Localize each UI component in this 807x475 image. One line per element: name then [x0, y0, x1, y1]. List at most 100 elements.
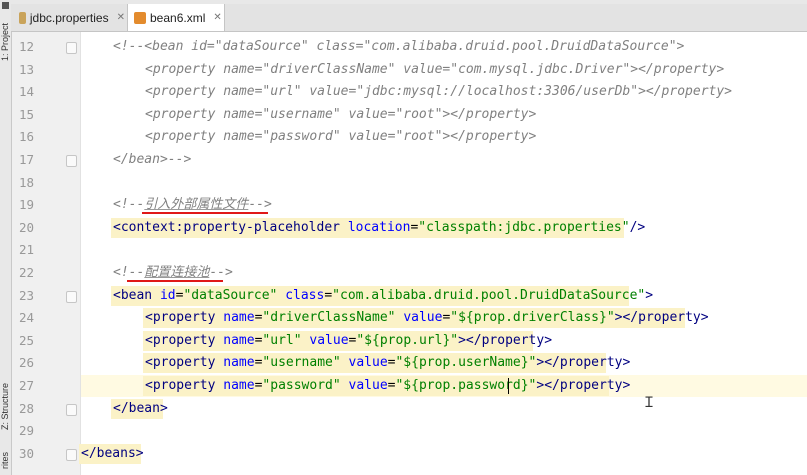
line-number: 19	[18, 197, 34, 213]
text-cursor	[508, 378, 509, 394]
line-number: 14	[18, 84, 34, 100]
code-token: >	[645, 287, 654, 303]
code-token: <property	[145, 378, 224, 393]
code-token: "driverClassName"	[262, 310, 404, 326]
code-token: </beans>	[81, 445, 144, 461]
code-token: "dataSource"	[183, 287, 286, 303]
tab-jdbc-properties[interactable]: jdbc.properties ✕	[13, 4, 125, 31]
code-token: <property name="url" value="jdbc:mysql:/…	[145, 84, 732, 100]
code-token: "${prop.userName}"	[395, 355, 537, 371]
editor-tab-bar: jdbc.properties ✕ bean6.xml ✕	[11, 4, 807, 32]
annotation-underline	[142, 212, 268, 214]
line-number: 18	[18, 174, 34, 190]
code-token: =	[324, 287, 333, 303]
code-token: -->	[209, 265, 233, 280]
project-tool-tab[interactable]: 1: Project	[0, 12, 11, 72]
code-token: location	[347, 219, 411, 235]
code-token: 引入外部属性文件	[144, 197, 249, 213]
code-token: <property name="password" value="root"><…	[145, 129, 537, 145]
line-number: 30	[18, 445, 34, 461]
code-token: value	[348, 355, 388, 371]
code-token: ></property>	[536, 355, 631, 371]
code-token: value	[348, 378, 388, 393]
code-token: <property name="driverClassName" value="…	[145, 61, 725, 77]
code-token: class	[285, 287, 325, 303]
properties-file-icon	[19, 11, 26, 24]
project-icon	[2, 2, 9, 9]
code-token: "username"	[262, 355, 349, 371]
fold-marker-icon[interactable]	[66, 290, 77, 303]
code-token: name	[223, 310, 255, 326]
line-number: 17	[18, 152, 34, 167]
code-line[interactable]: <property name="password" value="root"><…	[145, 126, 536, 148]
code-token: <!--<bean id="dataSource" class="com.ali…	[113, 39, 685, 54]
line-number: 24	[18, 310, 34, 326]
structure-tool-tab[interactable]: Z: Structure	[0, 372, 11, 440]
code-token: 配置连接池	[144, 265, 210, 280]
fold-marker-icon[interactable]	[66, 448, 77, 461]
code-line[interactable]: </bean>-->	[113, 149, 191, 171]
code-token: "classpath:jdbc.properties"	[418, 219, 630, 235]
code-token: name	[223, 332, 255, 348]
code-token: <context:property-placeholder	[113, 219, 348, 235]
fold-marker-icon[interactable]	[66, 403, 77, 416]
fold-marker-icon[interactable]	[66, 155, 77, 167]
code-token: </bean>-->	[113, 152, 192, 167]
code-token: value	[309, 332, 349, 348]
favorites-tool-tab[interactable]: rites	[0, 446, 11, 475]
close-icon[interactable]: ✕	[117, 12, 125, 23]
code-line[interactable]: </bean>	[113, 398, 168, 420]
line-number: 29	[18, 423, 34, 439]
line-number: 15	[18, 106, 34, 122]
code-line[interactable]: </beans>	[81, 443, 144, 465]
fold-marker-icon[interactable]	[66, 42, 77, 54]
tab-label: bean6.xml	[150, 10, 206, 25]
code-token: id	[159, 287, 176, 303]
code-token: ></property>	[614, 310, 709, 326]
code-token: "${prop.driverClass}"	[450, 310, 615, 326]
line-number: 21	[18, 242, 34, 258]
code-token: value	[403, 310, 443, 326]
line-number: 28	[18, 400, 34, 416]
line-number: 16	[18, 129, 34, 145]
code-token: "password"	[262, 378, 349, 393]
line-number: 25	[18, 332, 34, 348]
annotation-underline	[127, 280, 223, 282]
code-line[interactable]: <property name="url" value="jdbc:mysql:/…	[145, 81, 732, 103]
code-line[interactable]: <property name="password" value="${prop.…	[145, 375, 630, 397]
code-line[interactable]: <context:property-placeholder location="…	[113, 217, 645, 239]
code-token: "com.alibaba.druid.pool.DruidDataSource"	[332, 287, 646, 303]
code-token: <property name="username" value="root"><…	[145, 106, 537, 122]
code-line[interactable]: <property name="username" value="${prop.…	[145, 352, 630, 374]
code-line[interactable]: <!--<bean id="dataSource" class="com.ali…	[113, 36, 684, 58]
code-token: ></property>	[536, 378, 631, 393]
code-token: </bean>	[113, 400, 168, 416]
close-icon[interactable]: ✕	[213, 12, 221, 23]
mouse-ibeam-cursor: Ｉ	[642, 395, 656, 411]
line-number: 13	[18, 61, 34, 77]
code-token: -->	[248, 197, 272, 213]
code-token: />	[629, 219, 646, 235]
code-line[interactable]: <bean id="dataSource" class="com.alibaba…	[113, 285, 653, 307]
code-token: ></property>	[458, 332, 553, 348]
code-token: <property	[145, 332, 224, 348]
code-token: "${prop.url}"	[356, 332, 459, 348]
code-token: "url"	[262, 332, 310, 348]
line-number: 22	[18, 265, 34, 280]
tab-bean6-xml[interactable]: bean6.xml ✕	[127, 4, 225, 31]
code-token: name	[223, 355, 255, 371]
code-token: <!--	[113, 197, 145, 213]
code-token: <bean	[113, 287, 160, 303]
code-line[interactable]: <property name="driverClassName" value="…	[145, 307, 709, 329]
line-number: 20	[18, 219, 34, 235]
code-line[interactable]: <property name="driverClassName" value="…	[145, 59, 724, 81]
left-tool-strip: 1: Project Z: Structure rites	[0, 0, 12, 475]
code-token: <!--	[113, 265, 145, 280]
code-line[interactable]: <property name="url" value="${prop.url}"…	[145, 330, 552, 352]
line-number: 27	[18, 378, 34, 393]
code-token: <property	[145, 355, 224, 371]
line-number: 23	[18, 287, 34, 303]
xml-file-icon	[134, 11, 146, 24]
code-line[interactable]: <property name="username" value="root"><…	[145, 104, 536, 126]
tab-label: jdbc.properties	[29, 10, 109, 25]
